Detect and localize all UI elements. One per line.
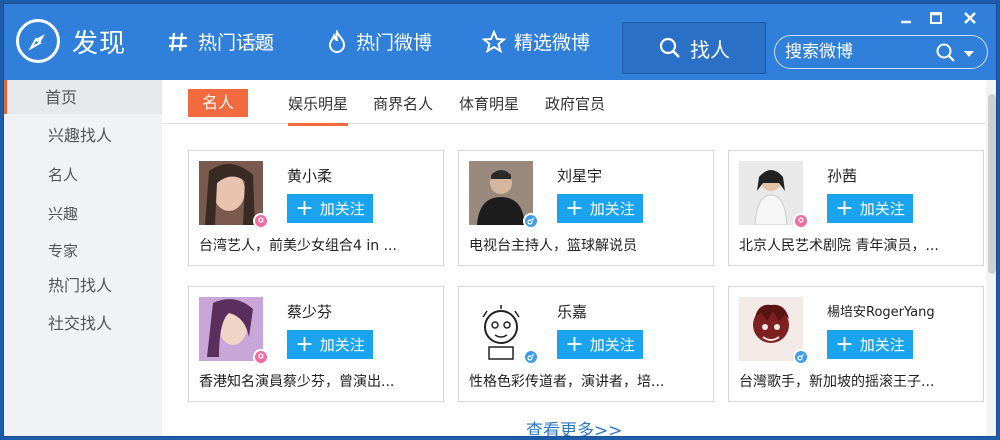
follow-label: 加关注	[859, 200, 905, 218]
user-name[interactable]: 乐嘉	[557, 301, 587, 322]
nav-hot-weibo[interactable]: 热门微博	[326, 28, 432, 55]
user-description: 香港知名演員蔡少芬，曾演出...	[199, 374, 395, 390]
plus-icon: +	[835, 331, 854, 357]
user-card: 刘星宇 + 加关注 电视台主持人，篮球解说员	[458, 150, 714, 266]
female-icon	[793, 213, 809, 229]
male-icon	[793, 349, 809, 365]
avatar[interactable]	[469, 297, 533, 361]
scroll-thumb[interactable]	[988, 94, 996, 274]
app-title: 发现	[72, 28, 127, 59]
user-card: 孙茜 + 加关注 北京人民艺术剧院 青年演员，...	[728, 150, 984, 266]
follow-button[interactable]: + 加关注	[827, 330, 913, 359]
follow-label: 加关注	[589, 336, 635, 354]
sidebar-item-interest-find[interactable]: 兴趣找人	[48, 122, 112, 146]
user-name[interactable]: 蔡少芬	[287, 301, 332, 322]
user-name[interactable]: 黄小柔	[287, 165, 332, 186]
user-card: 黄小柔 + 加关注 台湾艺人，前美少女组合4 in ...	[188, 150, 444, 266]
flame-icon	[328, 29, 346, 53]
famous-tag: 名人	[188, 89, 248, 117]
user-description: 性格色彩传道者，演讲者，培...	[469, 374, 665, 390]
tab-sports[interactable]: 体育明星	[459, 93, 519, 114]
user-description: 台灣歌手，新加坡的摇滚王子...	[739, 374, 935, 390]
follow-button[interactable]: + 加关注	[557, 194, 643, 223]
user-card: 乐嘉 + 加关注 性格色彩传道者，演讲者，培...	[458, 286, 714, 402]
tab-business[interactable]: 商界名人	[373, 93, 433, 114]
user-description: 电视台主持人，篮球解说员	[469, 238, 637, 254]
follow-button[interactable]: + 加关注	[557, 330, 643, 359]
plus-icon: +	[565, 331, 584, 357]
follow-label: 加关注	[589, 200, 635, 218]
user-description: 台湾艺人，前美少女组合4 in ...	[199, 238, 397, 254]
avatar[interactable]	[199, 297, 263, 361]
plus-icon: +	[835, 195, 854, 221]
follow-label: 加关注	[859, 336, 905, 354]
plus-icon: +	[295, 331, 314, 357]
nav-selected-weibo[interactable]: 精选微博	[482, 28, 590, 55]
nav-hot-weibo-label: 热门微博	[356, 32, 433, 54]
search-box	[774, 35, 988, 69]
chevron-down-icon[interactable]	[964, 51, 974, 57]
follow-label: 加关注	[319, 200, 365, 218]
avatar[interactable]	[199, 161, 263, 225]
follow-button[interactable]: + 加关注	[287, 194, 373, 223]
nav-selected-weibo-label: 精选微博	[514, 32, 591, 54]
sidebar-item-home[interactable]: 首页	[4, 80, 162, 114]
avatar[interactable]	[739, 161, 803, 225]
plus-icon: +	[295, 195, 314, 221]
top-bar: 发现 经验 热门话题 热门微博 精选微博 找人	[4, 4, 996, 80]
plus-icon: +	[565, 195, 584, 221]
user-name[interactable]: 楊培安RogerYang	[827, 301, 935, 320]
follow-button[interactable]: + 加关注	[827, 194, 913, 223]
close-button[interactable]	[958, 8, 982, 28]
scrollbar[interactable]	[986, 80, 996, 436]
user-card: 楊培安RogerYang + 加关注 台灣歌手，新加坡的摇滚王子...	[728, 286, 984, 402]
maximize-icon	[930, 12, 942, 24]
weibo-window: 发现 经验 热门话题 热门微博 精选微博 找人 搜索微博 首页 兴趣找人 名人 …	[3, 3, 997, 437]
male-icon	[523, 349, 539, 365]
male-icon	[523, 213, 539, 229]
tab-government[interactable]: 政府官员	[545, 93, 605, 114]
sidebar-item-label: 首页	[45, 88, 78, 107]
main-content: 名人 娱乐明星 商界名人 体育明星 政府官员 黄小柔 + 加关注 台湾艺人，前美少…	[162, 80, 986, 436]
avatar[interactable]	[469, 161, 533, 225]
avatar[interactable]	[739, 297, 803, 361]
search-icon[interactable]	[935, 42, 957, 64]
tab-entertainment[interactable]: 娱乐明星	[288, 93, 349, 126]
search-input[interactable]	[785, 40, 925, 64]
close-icon	[964, 12, 976, 24]
search-icon	[659, 37, 680, 58]
female-icon	[253, 213, 269, 229]
sidebar-item-hot-find[interactable]: 热门找人	[48, 272, 112, 296]
minimize-button[interactable]	[894, 8, 918, 28]
category-tabs: 名人 娱乐明星 商界名人 体育明星 政府官员	[162, 80, 986, 126]
user-name[interactable]: 刘星宇	[557, 165, 602, 186]
hashtag-icon	[169, 32, 187, 51]
compass-icon	[16, 19, 60, 63]
find-people-label: 找人	[690, 37, 730, 62]
female-icon	[253, 349, 269, 365]
tab-find-people[interactable]: 找人	[622, 22, 766, 74]
nav-hot-topic-label: 热门话题	[198, 32, 275, 54]
sidebar: 首页 兴趣找人 名人 兴趣 专家 热门找人 社交找人	[4, 80, 162, 436]
user-card: 蔡少芬 + 加关注 香港知名演員蔡少芬，曾演出...	[188, 286, 444, 402]
maximize-button[interactable]	[924, 8, 948, 28]
nav-hot-topic[interactable]: 热门话题	[166, 28, 274, 55]
star-icon	[482, 29, 506, 53]
follow-button[interactable]: + 加关注	[287, 330, 373, 359]
discover-logo: 发现	[16, 19, 126, 63]
user-name[interactable]: 孙茜	[827, 165, 857, 186]
user-description: 北京人民艺术剧院 青年演员，...	[739, 238, 939, 254]
sidebar-item-expert[interactable]: 专家	[48, 240, 78, 261]
sidebar-item-famous[interactable]: 名人	[48, 164, 78, 185]
sidebar-item-social-find[interactable]: 社交找人	[48, 310, 112, 334]
follow-label: 加关注	[319, 336, 365, 354]
sidebar-item-interest[interactable]: 兴趣	[48, 203, 78, 224]
minimize-icon	[901, 20, 911, 24]
see-more-link[interactable]: 查看更多>>	[526, 416, 623, 436]
